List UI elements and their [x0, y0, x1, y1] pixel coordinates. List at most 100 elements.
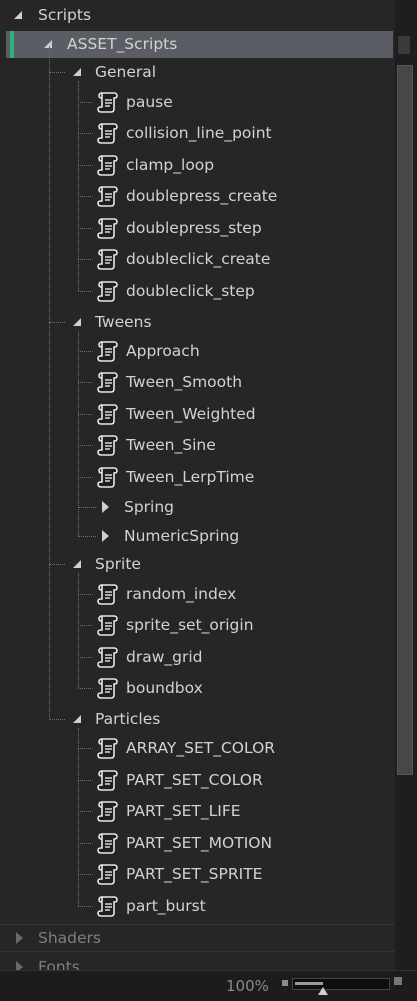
tree-folder-asset-scripts[interactable]: ASSET_Scripts [44, 31, 177, 57]
tree-connector-line [78, 657, 93, 658]
tree-connector-line [78, 477, 93, 478]
tree-connector-line [78, 291, 93, 292]
tree-root-label: Scripts [38, 6, 92, 24]
tree-script-item[interactable]: PART_SET_MOTION [97, 830, 272, 856]
tree-item-label: boundbox [126, 679, 203, 697]
script-scroll-icon [97, 862, 119, 886]
triangle-expanded-icon[interactable] [14, 11, 22, 19]
tree-connector-line [78, 748, 93, 749]
tree-item-label: PART_SET_LIFE [126, 802, 241, 820]
tree-subfolder[interactable]: Spring [102, 494, 174, 520]
zoom-slider-thumb[interactable] [318, 987, 328, 995]
tree-script-item[interactable]: doubleclick_step [97, 278, 255, 304]
tree-script-item[interactable]: doublepress_step [97, 215, 262, 241]
tree-connector-line [78, 259, 93, 260]
tree-script-item[interactable]: part_burst [97, 893, 206, 919]
tree-connector-line [78, 728, 79, 906]
tree-script-item[interactable]: doubleclick_create [97, 246, 270, 272]
tree-folder-label: Sprite [95, 555, 141, 573]
tree-connector-line [78, 133, 93, 134]
zoom-in-icon[interactable] [394, 977, 402, 985]
tree-script-item[interactable]: boundbox [97, 675, 203, 701]
tree-connector-line [78, 688, 93, 689]
tree-connector-line [78, 536, 96, 537]
tree-script-item[interactable]: Tween_Smooth [97, 369, 242, 395]
tree-item-label: PART_SET_SPRITE [126, 865, 263, 883]
script-scroll-icon [97, 799, 119, 823]
triangle-expanded-icon[interactable] [73, 318, 81, 326]
tree-script-item[interactable]: random_index [97, 581, 236, 607]
tree-connector-line [78, 382, 93, 383]
tree-folder-particles[interactable]: Particles [73, 706, 160, 732]
resource-tree[interactable]: Scripts ASSET_Scripts General pause collis… [0, 0, 395, 970]
tree-connector-line [78, 625, 93, 626]
tree-item-label: Tween_Smooth [126, 373, 243, 391]
tree-connector-line [49, 322, 65, 323]
tree-connector-line [78, 165, 93, 166]
triangle-expanded-icon[interactable] [73, 715, 81, 723]
script-scroll-icon [97, 465, 119, 489]
tree-script-item[interactable]: Tween_Weighted [97, 401, 256, 427]
vertical-scrollbar[interactable] [395, 0, 417, 970]
tree-connector-line [49, 564, 65, 565]
tree-root-scripts[interactable]: Scripts [14, 2, 91, 28]
tree-script-item[interactable]: Approach [97, 338, 200, 364]
tree-script-item[interactable]: draw_grid [97, 644, 203, 670]
tree-subfolder[interactable]: NumericSpring [102, 523, 239, 549]
tree-script-item[interactable]: pause [97, 89, 173, 115]
script-scroll-icon [97, 433, 119, 457]
tree-connector-line [78, 594, 93, 595]
script-scroll-icon [97, 645, 119, 669]
zoom-slider-fill [295, 982, 323, 985]
tree-item-label: sprite_set_origin [126, 616, 254, 634]
tree-script-item[interactable]: PART_SET_COLOR [97, 767, 263, 793]
tree-script-item[interactable]: clamp_loop [97, 152, 214, 178]
tree-script-item[interactable]: ARRAY_SET_COLOR [97, 735, 275, 761]
triangle-expanded-icon[interactable] [44, 40, 52, 48]
zoom-out-icon[interactable] [282, 980, 288, 986]
tree-connector-line [49, 719, 65, 720]
tree-folder-label: NumericSpring [124, 527, 240, 545]
tree-item-label: random_index [126, 585, 237, 603]
tree-item-label: doubleclick_create [126, 250, 271, 268]
tree-connector-line [78, 414, 93, 415]
tree-script-item[interactable]: PART_SET_SPRITE [97, 861, 262, 887]
triangle-collapsed-icon[interactable] [16, 961, 23, 970]
tree-script-item[interactable]: PART_SET_LIFE [97, 798, 241, 824]
tree-script-item[interactable]: Tween_Sine [97, 432, 216, 458]
triangle-collapsed-icon[interactable] [102, 501, 109, 513]
tree-script-item[interactable]: Tween_LerpTime [97, 464, 254, 490]
tree-connector-line [78, 196, 93, 197]
tree-folder-sprite[interactable]: Sprite [73, 551, 141, 577]
tree-item-label: ARRAY_SET_COLOR [126, 739, 276, 757]
selection-accent [10, 31, 14, 58]
tree-item-label: Tween_Weighted [126, 405, 256, 423]
tree-script-item[interactable]: doublepress_create [97, 183, 277, 209]
triangle-collapsed-icon[interactable] [102, 530, 109, 542]
script-scroll-icon [97, 153, 119, 177]
tree-item-label: draw_grid [126, 648, 203, 666]
tree-folder-tweens[interactable]: Tweens [73, 309, 152, 335]
tree-root-label: Fonts [38, 958, 80, 970]
tree-connector-line [78, 906, 93, 907]
tree-item-label: doubleclick_step [126, 282, 255, 300]
tree-root-shaders[interactable]: Shaders [16, 925, 101, 951]
tree-connector-line [78, 811, 93, 812]
scroll-up-button[interactable] [398, 36, 410, 54]
zoom-slider[interactable] [292, 978, 390, 995]
tree-script-item[interactable]: sprite_set_origin [97, 612, 254, 638]
tree-connector-line [78, 351, 93, 352]
scrollbar-thumb[interactable] [397, 65, 413, 775]
script-scroll-icon [97, 582, 119, 606]
tree-connector-line [78, 843, 93, 844]
tree-connector-line [78, 507, 96, 508]
script-scroll-icon [97, 90, 119, 114]
triangle-expanded-icon[interactable] [73, 68, 81, 76]
tree-script-item[interactable]: collision_line_point [97, 120, 272, 146]
tree-root-fonts[interactable]: Fonts [16, 954, 80, 970]
triangle-collapsed-icon[interactable] [16, 932, 23, 944]
tree-connector-line [49, 72, 65, 73]
tree-connector-line [78, 445, 93, 446]
triangle-expanded-icon[interactable] [73, 560, 81, 568]
tree-folder-general[interactable]: General [73, 59, 156, 85]
